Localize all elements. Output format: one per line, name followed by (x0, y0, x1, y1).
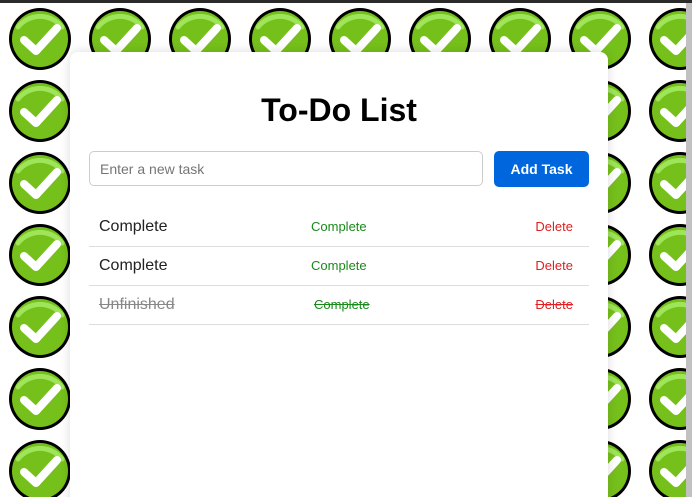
new-task-input[interactable] (89, 151, 483, 186)
page-background: { "page": { "title": "To-Do List", "back… (0, 0, 692, 497)
task-text: Complete (99, 218, 168, 235)
delete-task-button[interactable]: Delete (535, 218, 573, 236)
page-title: To-Do List (261, 92, 417, 128)
delete-task-button[interactable]: Delete (535, 257, 573, 275)
scrollbar-thumb[interactable] (686, 3, 692, 497)
complete-task-button[interactable]: Complete (311, 218, 367, 236)
todo-card: To-Do List Add Task Complete Complete De… (70, 52, 608, 497)
complete-task-button[interactable]: Complete (311, 257, 367, 275)
task-item: Complete Complete Delete (89, 247, 589, 286)
task-item: Complete Complete Delete (89, 208, 589, 247)
add-task-button[interactable]: Add Task (494, 151, 589, 187)
complete-task-button[interactable]: Complete (314, 296, 370, 314)
delete-task-button[interactable]: Delete (535, 296, 573, 314)
task-list: Complete Complete Delete Complete Comple… (89, 208, 589, 325)
task-text: Unfinished (99, 296, 175, 313)
task-item-completed: Unfinished Complete Delete (89, 286, 589, 325)
window-top-edge (0, 0, 692, 3)
task-text: Complete (99, 257, 168, 274)
